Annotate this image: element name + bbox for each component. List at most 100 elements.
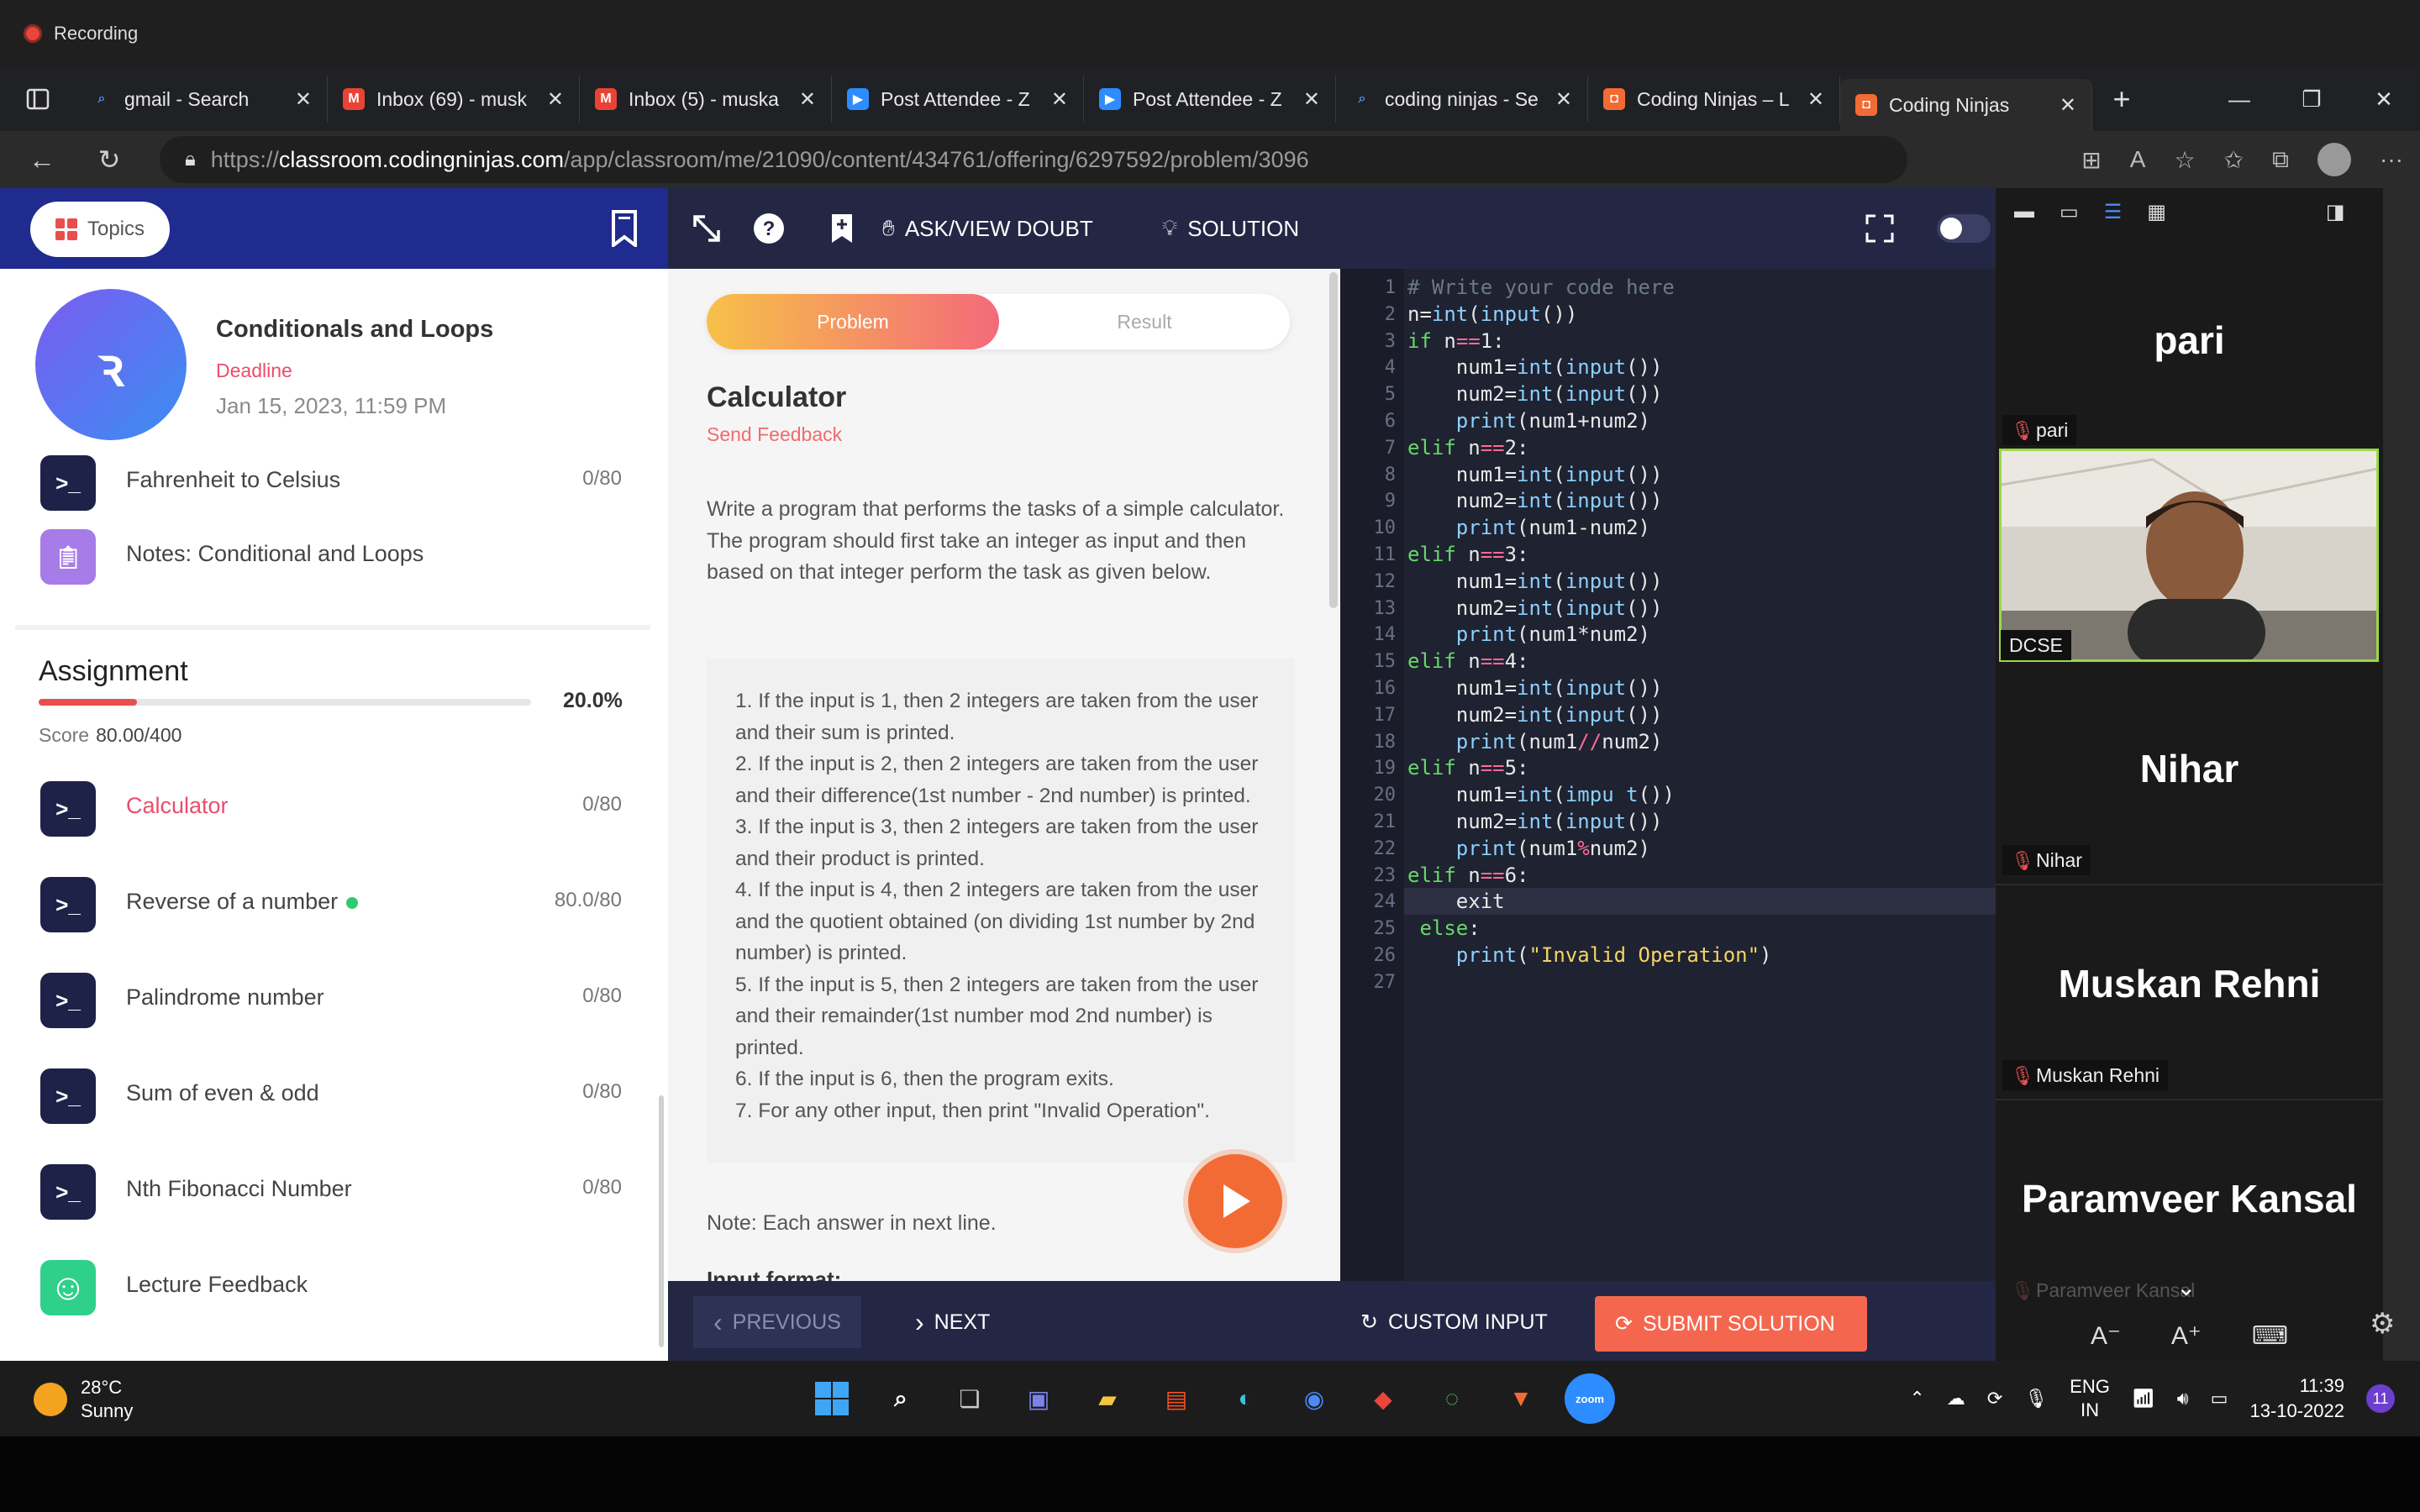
terminal-icon: >_ xyxy=(40,1164,96,1220)
rule-item: 4. If the input is 4, then 2 integers ar… xyxy=(735,879,1259,964)
list-item[interactable]: >_ Fahrenheit to Celsius 0/80 xyxy=(0,438,639,522)
wifi-icon[interactable]: 📶︎ xyxy=(2132,1388,2155,1410)
tab-7[interactable]: ◘ Coding Ninjas ✕ xyxy=(1840,79,2092,131)
help-icon[interactable]: ? xyxy=(752,188,786,269)
refresh-icon: ↻ xyxy=(1360,1310,1378,1334)
onedrive-icon[interactable]: ☁ xyxy=(1947,1388,1965,1410)
close-tab-icon[interactable]: ✕ xyxy=(1051,87,1068,112)
decrease-font-icon[interactable]: A⁻ xyxy=(2091,1321,2121,1351)
minimize-view-icon[interactable]: ▬ xyxy=(2014,200,2034,223)
terminal-icon: >_ xyxy=(40,1068,96,1124)
collapse-icon[interactable] xyxy=(692,188,722,269)
tab-problem[interactable]: Problem xyxy=(707,294,999,349)
tab-5[interactable]: ⌕ coding ninjas - Se ✕ xyxy=(1336,76,1588,123)
more-icon[interactable]: ··· xyxy=(2380,146,2403,173)
fullscreen-icon[interactable] xyxy=(1865,188,1894,269)
terminal-icon: >_ xyxy=(40,877,96,932)
sidebar-scrollbar[interactable] xyxy=(659,1095,664,1347)
read-aloud-icon[interactable]: A xyxy=(2130,146,2146,173)
app-ring-icon[interactable]: ◌ xyxy=(1427,1373,1477,1424)
code-editor[interactable]: 1 # Write your code here 2 n=int(input()) 3 i… xyxy=(1340,269,1996,1281)
assignment-item[interactable]: >_ Calculator 0/80 xyxy=(0,764,639,848)
keyboard-icon[interactable]: ⌨ xyxy=(2252,1321,2288,1351)
close-tab-icon[interactable]: ✕ xyxy=(1807,87,1824,112)
battery-icon[interactable]: ▭ xyxy=(2211,1388,2228,1410)
play-video-button[interactable] xyxy=(1188,1154,1282,1248)
close-tab-icon[interactable]: ✕ xyxy=(2060,93,2076,118)
refresh-icon[interactable]: ↻ xyxy=(76,131,143,188)
volume-icon[interactable]: 🔊︎ xyxy=(2177,1388,2189,1410)
profile-avatar[interactable] xyxy=(2317,143,2352,176)
microphone-icon[interactable]: 🎙︎ xyxy=(2024,1388,2048,1410)
theme-toggle[interactable] xyxy=(1937,188,1991,269)
close-window-icon[interactable]: ✕ xyxy=(2348,67,2420,131)
mcafee-icon[interactable]: ◆ xyxy=(1358,1373,1408,1424)
solution-button[interactable]: 💡︎ SOLUTION xyxy=(1162,188,1299,269)
speaker-view-icon[interactable]: ▭ xyxy=(2060,200,2079,224)
tab-2[interactable]: M Inbox (5) - muska ✕ xyxy=(580,76,832,123)
next-button[interactable]: › NEXT xyxy=(895,1296,1010,1348)
assignment-item[interactable]: >_ Reverse of a number 80.0/80 xyxy=(0,860,639,944)
store-icon[interactable]: ▤ xyxy=(1151,1373,1202,1424)
workspaces-icon[interactable] xyxy=(0,67,76,131)
tab-result[interactable]: Result xyxy=(999,294,1290,349)
bookmark-icon[interactable] xyxy=(610,210,639,247)
apps-icon[interactable]: ⊞ xyxy=(2081,146,2101,174)
clock[interactable]: 11:39 13-10-2022 xyxy=(2249,1373,2344,1424)
windows-start-icon[interactable] xyxy=(807,1373,857,1424)
file-explorer-icon[interactable]: ▰ xyxy=(1082,1373,1133,1424)
zoom-icon[interactable]: zoom xyxy=(1565,1373,1615,1424)
close-tab-icon[interactable]: ✕ xyxy=(1303,87,1320,112)
participant-name: pari xyxy=(2154,318,2225,362)
custom-input-button[interactable]: ↻ CUSTOM INPUT xyxy=(1340,1296,1568,1348)
back-icon[interactable]: ← xyxy=(8,131,76,188)
assignment-item[interactable]: ☺ Lecture Feedback xyxy=(0,1243,639,1327)
settings-icon[interactable]: ⚙ xyxy=(2370,1307,2395,1341)
weather-widget[interactable]: 28°C Sunny xyxy=(34,1376,133,1423)
ask-doubt-button[interactable]: ✋︎ ASK/VIEW DOUBT xyxy=(882,188,1093,269)
problem-scrollbar[interactable] xyxy=(1329,272,1338,608)
tab-0[interactable]: ⌕ gmail - Search ✕ xyxy=(76,76,328,123)
scroll-down-icon[interactable]: ⌄ xyxy=(2176,1273,2196,1301)
increase-font-icon[interactable]: A⁺ xyxy=(2171,1321,2202,1351)
send-feedback-link[interactable]: Send Feedback xyxy=(707,423,842,446)
previous-button[interactable]: ‹ PREVIOUS xyxy=(693,1296,861,1348)
bookmark-add-icon[interactable] xyxy=(830,188,854,269)
favorites-icon[interactable]: ✩ xyxy=(2224,146,2244,174)
assignment-item[interactable]: >_ Sum of even & odd 0/80 xyxy=(0,1052,639,1136)
new-tab-button[interactable]: + xyxy=(2092,81,2151,117)
tab-6[interactable]: ◘ Coding Ninjas – L ✕ xyxy=(1588,76,1840,123)
submit-solution-button[interactable]: ⟳ SUBMIT SOLUTION xyxy=(1595,1296,1867,1352)
collections-icon[interactable]: ⧉ xyxy=(2272,146,2289,174)
code-line: if n==1: xyxy=(1407,328,1505,353)
smiley-icon: ☺ xyxy=(40,1260,96,1315)
close-tab-icon[interactable]: ✕ xyxy=(799,87,816,112)
language-indicator[interactable]: ENG IN xyxy=(2070,1375,2110,1422)
topics-button[interactable]: Topics xyxy=(30,202,170,257)
search-icon[interactable]: ⌕ xyxy=(876,1373,926,1424)
strip-view-icon[interactable]: ☰ xyxy=(2104,200,2123,224)
add-favorite-icon[interactable]: ☆ xyxy=(2174,146,2195,174)
teams-chat-icon[interactable]: ▣ xyxy=(1013,1373,1064,1424)
brave-icon[interactable]: ▼ xyxy=(1496,1373,1546,1424)
assignment-item[interactable]: >_ Palindrome number 0/80 xyxy=(0,956,639,1040)
minimize-icon[interactable]: — xyxy=(2203,67,2275,131)
close-tab-icon[interactable]: ✕ xyxy=(295,87,312,112)
gallery-view-icon[interactable]: ▦ xyxy=(2147,200,2166,224)
url-field[interactable]: 🔒︎ https://classroom.codingninjas.com/ap… xyxy=(160,136,1907,183)
close-tab-icon[interactable]: ✕ xyxy=(1555,87,1572,112)
close-tab-icon[interactable]: ✕ xyxy=(547,87,564,112)
task-view-icon[interactable]: ❏ xyxy=(944,1373,995,1424)
sync-icon[interactable]: ⟳ xyxy=(1987,1388,2002,1410)
chevron-up-icon[interactable]: ⌃ xyxy=(1909,1388,1924,1410)
assignment-item[interactable]: >_ Nth Fibonacci Number 0/80 xyxy=(0,1147,639,1231)
edge-icon[interactable]: ◐ xyxy=(1220,1373,1270,1424)
notification-badge[interactable]: 11 xyxy=(2366,1384,2395,1413)
restore-icon[interactable]: ❐ xyxy=(2275,67,2348,131)
chrome-icon[interactable]: ◉ xyxy=(1289,1373,1339,1424)
list-item[interactable]: 📋︎ Notes: Conditional and Loops xyxy=(0,512,639,596)
tab-4[interactable]: ▶ Post Attendee - Z ✕ xyxy=(1084,76,1336,123)
tab-1[interactable]: M Inbox (69) - musk ✕ xyxy=(328,76,580,123)
tab-3[interactable]: ▶ Post Attendee - Z ✕ xyxy=(832,76,1084,123)
exit-float-icon[interactable]: ◨ xyxy=(2326,200,2345,224)
